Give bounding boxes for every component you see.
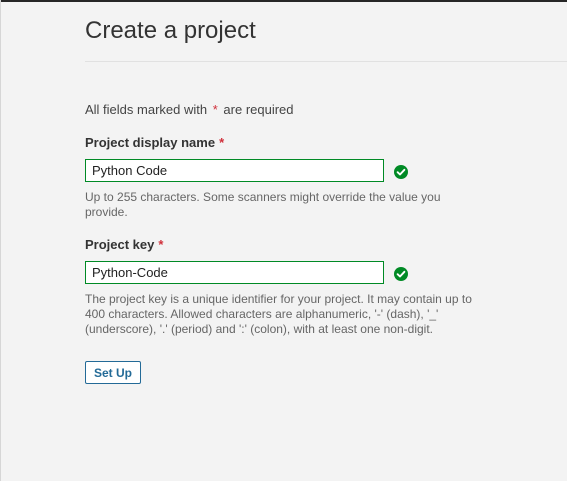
left-edge-divider	[0, 0, 1, 481]
project-key-label: Project key *	[85, 237, 165, 252]
display-name-label: Project display name *	[85, 135, 226, 150]
required-note-prefix: All fields marked with	[85, 102, 208, 117]
required-asterisk: *	[158, 237, 164, 252]
set-up-button[interactable]: Set Up	[85, 361, 141, 384]
project-key-label-text: Project key	[85, 237, 155, 252]
display-name-help: Up to 255 characters. Some scanners migh…	[85, 190, 441, 219]
required-asterisk: *	[212, 102, 218, 117]
check-circle-icon	[394, 267, 408, 281]
display-name-label-text: Project display name	[85, 135, 216, 150]
title-divider	[85, 61, 567, 62]
project-key-input[interactable]	[85, 261, 384, 284]
required-asterisk: *	[219, 135, 225, 150]
required-note-suffix: are required	[223, 102, 294, 117]
check-circle-icon	[394, 165, 408, 179]
required-fields-note: All fields marked with * are required	[85, 102, 294, 117]
project-key-help: The project key is a unique identifier f…	[85, 292, 472, 336]
window-top-border	[0, 0, 567, 2]
page-title: Create a project	[85, 17, 256, 44]
display-name-input[interactable]	[85, 159, 384, 182]
